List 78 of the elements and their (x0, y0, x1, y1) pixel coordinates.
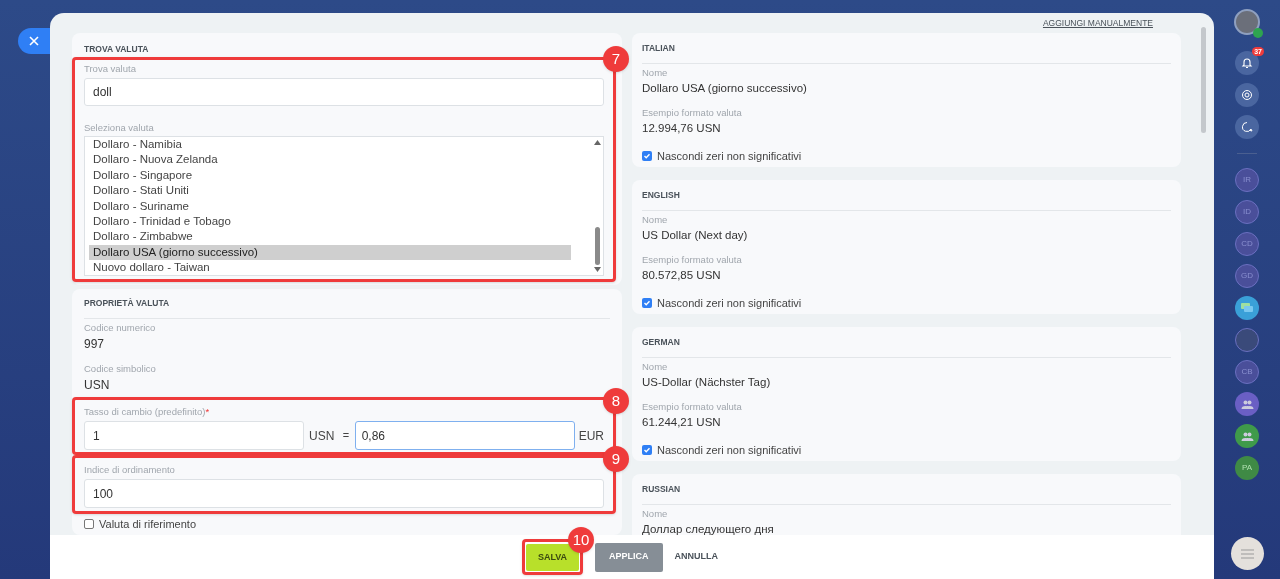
user-avatar[interactable] (1234, 9, 1260, 35)
bell-icon (1241, 57, 1253, 69)
people-icon (1240, 399, 1254, 409)
field-label: Codice numerico (84, 322, 157, 334)
field-value: US-Dollar (Nächster Tag) (642, 375, 772, 390)
currency-code: EUR (578, 427, 604, 445)
section-title: RUSSIAN (642, 483, 682, 495)
listbox-option[interactable]: Dollaro - Trinidad e Tobago (89, 214, 571, 230)
listbox-option[interactable]: Dollaro - Namibia (89, 137, 571, 153)
field-value: US Dollar (Next day) (642, 228, 749, 243)
step-number: 8 (603, 388, 629, 414)
save-button[interactable]: SALVA (525, 544, 580, 572)
section-title: ENGLISH (642, 189, 681, 201)
currency-listbox[interactable] (84, 136, 604, 276)
field-label: Tasso di cambio (predefinito)* (84, 406, 211, 418)
field-label: Nome (642, 214, 669, 226)
chat-avatar[interactable] (1235, 296, 1259, 320)
menu-icon (1240, 548, 1254, 559)
field-label: Nome (642, 508, 669, 520)
cancel-button[interactable]: ANNULLA (674, 542, 719, 572)
checkbox-label: Nascondi zeri non significativi (657, 444, 802, 456)
speech-bubbles-icon (1241, 303, 1253, 313)
checkbox-label: Nascondi zeri non significativi (657, 297, 802, 309)
listbox-option[interactable]: Dollaro - Stati Uniti (89, 183, 571, 199)
field-value: 61.244,21 USN (642, 415, 722, 430)
status-icon (1253, 28, 1263, 38)
listbox-option[interactable]: Dollaro - Singapore (89, 167, 571, 184)
field-label: Esempio formato valuta (642, 107, 743, 119)
checkbox[interactable] (642, 445, 652, 455)
listbox-option[interactable]: Nuovo dollaro - Taiwan (89, 260, 571, 276)
field-label: Indice di ordinamento (84, 464, 176, 476)
listbox-option[interactable]: Dollaro USA (giorno successivo) (89, 244, 571, 261)
scrollbar[interactable] (591, 137, 603, 275)
field-label: Esempio formato valuta (642, 401, 743, 413)
checkbox[interactable] (642, 298, 652, 308)
sort-index-field[interactable]: 100 (84, 479, 604, 508)
field-label: Esempio formato valuta (642, 254, 743, 266)
equals-sign: = (342, 428, 351, 444)
field-label: Codice simbolico (84, 363, 157, 375)
field-value: 12.994,76 USN (642, 121, 722, 136)
group-avatar[interactable] (1235, 424, 1259, 448)
listbox-option[interactable]: Dollaro - Suriname (89, 198, 571, 215)
section-title: GERMAN (642, 336, 681, 348)
field-value: USN (83, 377, 111, 393)
search-field[interactable]: doll (84, 78, 604, 106)
scroll-down-icon[interactable] (593, 267, 601, 272)
listbox-option[interactable]: Dollaro - Nuova Zelanda (89, 152, 571, 168)
add-manually-link[interactable]: AGGIUNGI MANUALMENTE (1042, 16, 1153, 30)
section-title: PROPRIETÀ VALUTA (84, 297, 171, 309)
section-title: ITALIAN (642, 42, 676, 54)
checkbox-label: Nascondi zeri non significativi (657, 150, 802, 162)
field-value: Доллар следующего дня (642, 522, 775, 535)
field-label: Trova valuta (84, 63, 137, 75)
rate-field[interactable]: 0,86 (354, 421, 575, 450)
close-icon (29, 36, 39, 46)
close-button[interactable] (18, 28, 50, 54)
checkbox-label: Valuta di riferimento (99, 518, 196, 530)
step-number: 7 (603, 46, 629, 72)
menu-button[interactable] (1230, 537, 1264, 570)
field-value: 80.572,85 USN (642, 268, 722, 283)
scroll-up-icon[interactable] (593, 140, 601, 145)
section-title: TROVA VALUTA (84, 43, 150, 55)
field-value: Dollaro USA (giorno successivo) (642, 81, 808, 96)
amount-field[interactable]: 1 (84, 421, 305, 450)
people-icon (1240, 431, 1254, 441)
listbox-option[interactable]: Dollaro - Zimbabwe (89, 229, 571, 245)
field-value: 997 (83, 336, 106, 352)
field-label: Nome (642, 361, 669, 373)
group-avatar[interactable] (1235, 392, 1259, 416)
field-label: Seleziona valuta (84, 122, 155, 134)
spiral-button[interactable] (1235, 83, 1259, 107)
chat-button[interactable] (1235, 115, 1259, 139)
field-label: Nome (642, 67, 669, 79)
currency-code: USN (309, 427, 336, 445)
scrollbar[interactable] (1200, 27, 1206, 133)
checkbox[interactable] (84, 519, 94, 529)
checkbox[interactable] (642, 151, 652, 161)
step-number: 9 (603, 446, 629, 472)
